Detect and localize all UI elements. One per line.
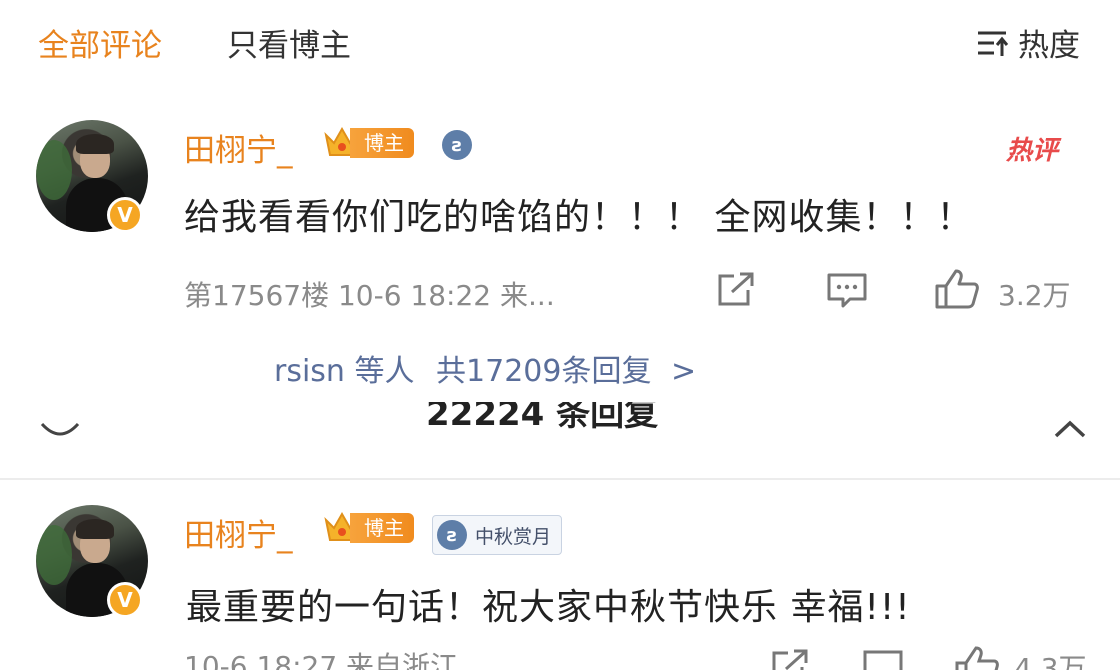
- like-icon[interactable]: [954, 645, 1000, 670]
- share-icon[interactable]: [716, 272, 756, 308]
- comment-meta: 10-6 18:27 来自浙江: [184, 650, 459, 670]
- replies-count: 共17209条回复: [436, 354, 652, 389]
- hot-comment-tag: 热评: [1006, 136, 1059, 166]
- blogger-badge-label: 博主: [350, 513, 414, 543]
- replies-prefix: rsisn 等人: [274, 354, 415, 389]
- view-replies-link[interactable]: rsisn 等人 共17209条回复 >: [274, 346, 696, 390]
- blogger-badge: 博主: [322, 126, 414, 158]
- like-count: 4.3万: [1014, 652, 1087, 670]
- sort-label: 热度: [1018, 28, 1080, 64]
- tab-all-comments[interactable]: 全部评论: [38, 20, 162, 65]
- username[interactable]: 田栩宁_: [184, 125, 293, 170]
- member-icon: ƨ: [437, 520, 467, 550]
- blogger-badge-label: 博主: [350, 128, 414, 158]
- comment-text: 给我看看你们吃的啥馅的！！！ 全网收集！！！: [184, 197, 974, 238]
- collapse-reply-count: 22224 条回复: [420, 402, 720, 436]
- chevron-right-icon: >: [671, 354, 697, 389]
- comment-icon[interactable]: [826, 272, 868, 310]
- comment-icon[interactable]: [862, 649, 904, 670]
- tab-blogger-only[interactable]: 只看博主: [227, 20, 351, 65]
- blogger-badge: 博主: [322, 511, 414, 543]
- collapse-reply-count-text: 22224 条回复: [426, 402, 659, 434]
- share-icon[interactable]: [770, 649, 810, 670]
- comment-text: 最重要的一句话！祝大家中秋节快乐 幸福!!!: [186, 587, 911, 628]
- festival-badge-label: 中秋赏月: [475, 525, 552, 548]
- divider: [0, 478, 1120, 480]
- sort-icon: [978, 31, 1009, 56]
- like-count: 3.2万: [998, 279, 1071, 312]
- comment-footer: 10-6 18:27 来自浙江 4.3万: [184, 645, 1120, 670]
- username[interactable]: 田栩宁_: [184, 510, 293, 555]
- chevron-up-icon[interactable]: [1052, 418, 1088, 440]
- verified-icon: V: [107, 582, 143, 618]
- festival-badge: ƨ 中秋赏月: [432, 515, 563, 555]
- comment-meta: 第17567楼 10-6 18:22 来...: [184, 279, 555, 312]
- sort-by-hot-button[interactable]: 热度: [976, 20, 1080, 65]
- like-icon[interactable]: [934, 268, 980, 310]
- verified-icon: V: [107, 197, 143, 233]
- member-icon: ƨ: [442, 130, 472, 160]
- collapse-arrow-left-icon[interactable]: [38, 420, 82, 444]
